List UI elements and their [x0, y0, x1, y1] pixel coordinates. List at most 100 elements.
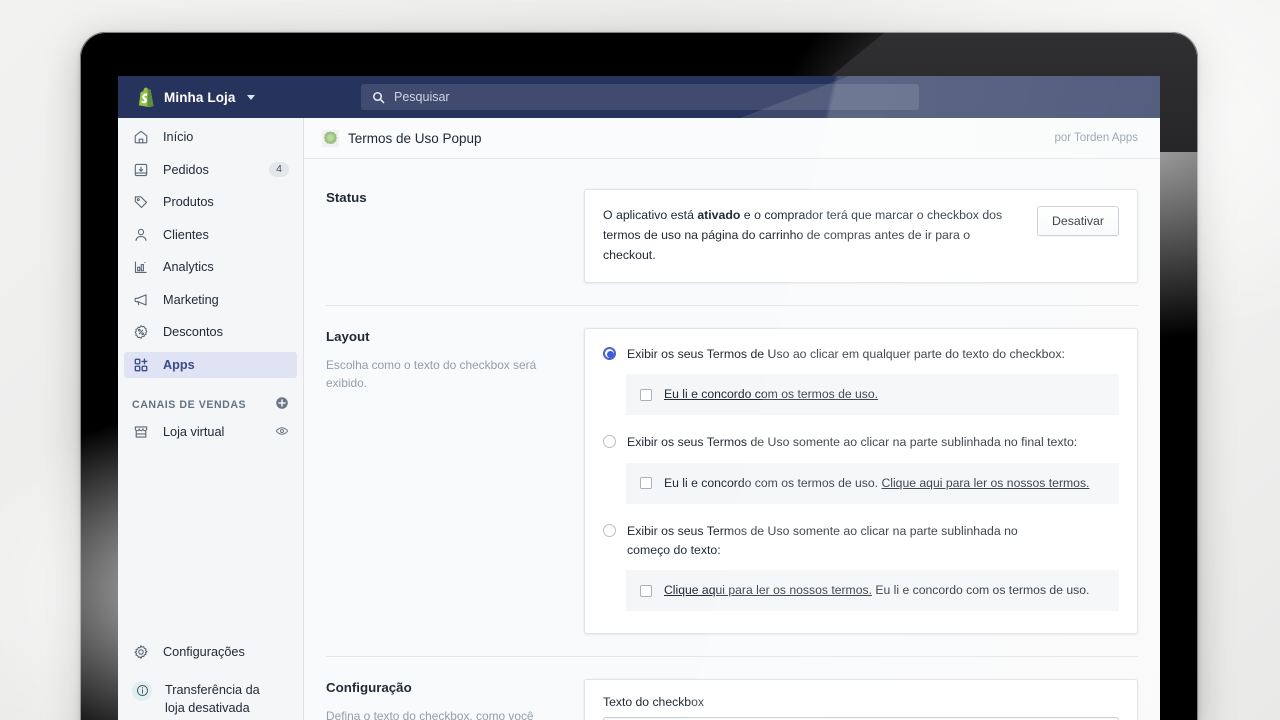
screen: Minha Loja Pesquisar: [118, 76, 1160, 720]
preview-plain-3: Eu li e concordo com os termos de uso.: [872, 583, 1089, 597]
layout-section-body: Exibir os seus Termos de Uso ao clicar e…: [584, 328, 1138, 634]
sidebar-item-analytics[interactable]: Analytics: [124, 254, 297, 280]
sidebar: Início Pedidos 4: [118, 118, 304, 720]
info-circle-icon: [132, 681, 152, 701]
status-text-bold: ativado: [697, 208, 740, 222]
shopify-bag-icon: [134, 86, 155, 109]
status-text-before: O aplicativo está: [603, 208, 697, 222]
sales-channels-header: CANAIS DE VENDAS: [132, 396, 289, 413]
main-panel: Termos de Uso Popup por Torden Apps Stat…: [304, 118, 1160, 720]
preview-checkbox-2[interactable]: [640, 477, 652, 489]
sidebar-item-label: Produtos: [163, 195, 214, 209]
config-description: Defina o texto do checkbox, como você qu…: [326, 707, 558, 720]
sidebar-item-inicio[interactable]: Início: [124, 124, 297, 150]
sidebar-item-label: Apps: [163, 358, 195, 372]
sidebar-item-label: Pedidos: [163, 163, 209, 177]
radio-option-2[interactable]: [603, 435, 616, 448]
bar-chart-icon: [132, 258, 150, 276]
layout-option-3-row[interactable]: Exibir os seus Termos de Uso somente ao …: [603, 522, 1119, 559]
search-icon: [372, 91, 385, 104]
sidebar-item-label: Loja virtual: [163, 425, 224, 439]
app-author: por Torden Apps: [1054, 132, 1138, 144]
layout-option-1[interactable]: Exibir os seus Termos de Uso ao clicar e…: [603, 345, 1119, 416]
tag-icon: [132, 193, 150, 211]
gear-icon: [132, 643, 150, 661]
config-card: Texto do checkbox: [584, 679, 1138, 720]
sidebar-item-loja-virtual[interactable]: Loja virtual: [124, 419, 297, 445]
sidebar-item-apps[interactable]: Apps: [124, 352, 297, 378]
search-input[interactable]: Pesquisar: [361, 84, 919, 110]
sidebar-item-label: Analytics: [163, 260, 214, 274]
admin-body: Início Pedidos 4: [118, 118, 1160, 720]
sidebar-item-pedidos[interactable]: Pedidos 4: [124, 157, 297, 183]
orders-count-badge: 4: [269, 162, 289, 178]
preview-underlined-3[interactable]: Clique aqui para ler os nossos termos.: [664, 583, 872, 597]
layout-option-2-row[interactable]: Exibir os seus Termos de Uso somente ao …: [603, 433, 1119, 452]
layout-card: Exibir os seus Termos de Uso ao clicar e…: [584, 328, 1138, 634]
radio-option-3[interactable]: [603, 524, 616, 537]
layout-heading: Layout: [326, 329, 558, 344]
status-section-label: Status: [326, 189, 584, 283]
plus-circle-icon[interactable]: [275, 396, 289, 413]
config-heading: Configuração: [326, 680, 558, 695]
status-card: O aplicativo está ativado e o comprador …: [584, 189, 1138, 283]
store-switcher[interactable]: Minha Loja: [118, 86, 361, 109]
status-heading: Status: [326, 190, 558, 205]
sidebar-item-label: Transferência da loja desativada: [165, 681, 273, 718]
preview-checkbox-3[interactable]: [640, 585, 652, 597]
megaphone-icon: [132, 291, 150, 309]
sidebar-item-marketing[interactable]: Marketing: [124, 287, 297, 313]
eye-icon[interactable]: [275, 424, 289, 441]
apps-grid-plus-icon: [132, 356, 150, 374]
preview-underlined-1[interactable]: Eu li e concordo com os termos de uso.: [664, 387, 878, 401]
status-section-body: O aplicativo está ativado e o comprador …: [584, 189, 1138, 283]
preview-text-3: Clique aqui para ler os nossos termos. E…: [664, 581, 1089, 600]
layout-option-2-label: Exibir os seus Termos de Uso somente ao …: [627, 433, 1077, 452]
config-section-body: Texto do checkbox: [584, 679, 1138, 720]
desk-backdrop: Minha Loja Pesquisar: [0, 0, 1280, 720]
layout-option-1-label: Exibir os seus Termos de Uso ao clicar e…: [627, 345, 1065, 364]
layout-preview-2: Eu li e concordo com os termos de uso. C…: [626, 463, 1119, 504]
app-badge-icon: [322, 130, 339, 147]
radio-option-1[interactable]: [603, 347, 616, 360]
status-description: O aplicativo está ativado e o comprador …: [603, 206, 1037, 266]
sidebar-item-label: Marketing: [163, 293, 219, 307]
preview-text-1: Eu li e concordo com os termos de uso.: [664, 385, 878, 404]
deactivate-button[interactable]: Desativar: [1037, 206, 1119, 236]
app-header: Termos de Uso Popup por Torden Apps: [304, 118, 1160, 159]
preview-underlined-2[interactable]: Clique aqui para ler os nossos termos.: [881, 476, 1089, 490]
layout-option-1-row[interactable]: Exibir os seus Termos de Uso ao clicar e…: [603, 345, 1119, 364]
layout-preview-3: Clique aqui para ler os nossos termos. E…: [626, 570, 1119, 611]
laptop-device: Minha Loja Pesquisar: [80, 32, 1198, 720]
layout-option-2[interactable]: Exibir os seus Termos de Uso somente ao …: [603, 433, 1119, 504]
checkbox-text-label: Texto do checkbox: [603, 695, 1119, 709]
layout-section-label: Layout Escolha como o texto do checkbox …: [326, 328, 584, 634]
section-divider-2: [326, 656, 1138, 657]
sidebar-item-label: Descontos: [163, 325, 223, 339]
layout-option-3[interactable]: Exibir os seus Termos de Uso somente ao …: [603, 522, 1119, 611]
sidebar-item-clientes[interactable]: Clientes: [124, 222, 297, 248]
sidebar-item-label: Configurações: [163, 645, 245, 659]
preview-text-2: Eu li e concordo com os termos de uso. C…: [664, 474, 1089, 493]
sidebar-item-descontos[interactable]: Descontos: [124, 319, 297, 345]
section-divider: [326, 305, 1138, 306]
storefront-icon: [132, 423, 150, 441]
status-section: Status O aplicativo está ativado e o com…: [304, 189, 1160, 283]
settings-content: Status O aplicativo está ativado e o com…: [304, 159, 1160, 720]
sidebar-item-produtos[interactable]: Produtos: [124, 189, 297, 215]
layout-preview-1: Eu li e concordo com os termos de uso.: [626, 374, 1119, 415]
layout-description: Escolha como o texto do checkbox será ex…: [326, 356, 558, 393]
config-section-label: Configuração Defina o texto do checkbox,…: [326, 679, 584, 720]
sidebar-item-transferencia[interactable]: Transferência da loja desativada: [124, 679, 297, 720]
sidebar-item-configuracoes[interactable]: Configurações: [124, 639, 297, 665]
preview-checkbox-1[interactable]: [640, 389, 652, 401]
top-bar: Minha Loja Pesquisar: [118, 76, 1160, 118]
person-icon: [132, 226, 150, 244]
sidebar-item-label: Início: [163, 130, 193, 144]
orders-inbox-icon: [132, 161, 150, 179]
app-title: Termos de Uso Popup: [348, 131, 482, 146]
laptop-bezel: Minha Loja Pesquisar: [80, 32, 1198, 720]
search-placeholder: Pesquisar: [394, 90, 450, 104]
sidebar-item-label: Clientes: [163, 228, 209, 242]
preview-plain-2: Eu li e concordo com os termos de uso.: [664, 476, 881, 490]
